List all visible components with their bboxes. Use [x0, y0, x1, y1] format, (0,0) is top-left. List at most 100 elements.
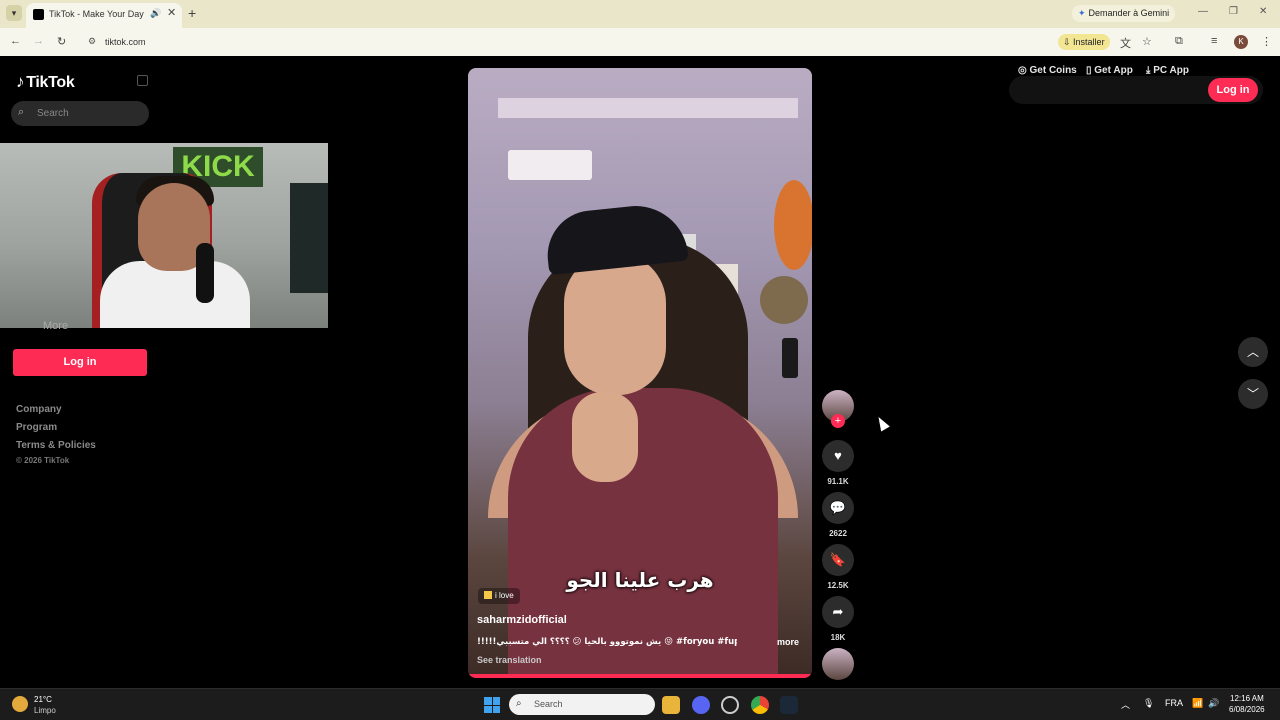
woman-hand — [572, 392, 638, 482]
taskbar-search-placeholder: Search — [534, 699, 563, 709]
tiktok-logo[interactable]: ♪ TikTok — [16, 72, 75, 92]
see-translation-link[interactable]: See translation — [477, 655, 542, 665]
taskbar-date[interactable]: 6/08/2026 — [1229, 705, 1265, 714]
comment-icon[interactable]: 💬 — [822, 492, 854, 524]
comment-count: 2622 — [829, 529, 847, 538]
tiktok-page: ♪ TikTok ⌕ Search KICK More Log in Compan… — [0, 58, 1280, 688]
air-conditioner — [508, 150, 592, 180]
save-count: 12.5K — [827, 581, 849, 590]
gemini-star-icon: ✦ — [1078, 8, 1086, 18]
browser-toolbar: ← → ↻ ⚙ tiktok.com ⇩ Installer 文 ☆ ⧉ ≡ K… — [0, 28, 1280, 56]
install-app-button[interactable]: ⇩ Installer — [1058, 34, 1110, 50]
taskbar-search-input[interactable]: ⌕ Search — [509, 694, 655, 715]
video-username[interactable]: saharmzidofficial — [477, 614, 567, 626]
windows-start-icon[interactable] — [484, 697, 500, 713]
video-progress-bar[interactable] — [468, 674, 812, 678]
search-icon: ⌕ — [18, 106, 25, 118]
taskbar-time[interactable]: 12:16 AM — [1230, 694, 1264, 703]
webcam-background-shelf — [290, 183, 328, 293]
webcam-overlay: KICK — [0, 143, 328, 328]
collapse-sidebar-icon[interactable] — [137, 75, 148, 86]
audio-playing-icon[interactable]: 🔊 — [150, 8, 161, 19]
maximize-icon[interactable]: ❐ — [1229, 6, 1238, 17]
profile-avatar[interactable]: K — [1234, 35, 1248, 49]
back-icon[interactable]: ← — [10, 35, 21, 47]
forward-icon[interactable]: → — [33, 35, 44, 47]
obs-icon[interactable] — [721, 696, 739, 714]
minimize-icon[interactable]: — — [1198, 6, 1208, 17]
like-heart-icon[interactable]: ♥ — [822, 440, 854, 472]
gemini-button[interactable]: ✦ Demander à Gemini — [1072, 5, 1176, 22]
footer-link-company[interactable]: Company — [16, 404, 62, 415]
tab-search-menu-icon[interactable]: ▾ — [6, 5, 22, 21]
pc-app-button[interactable]: ⤓ PC App — [1146, 65, 1189, 76]
share-arrow-icon[interactable]: ➦ — [822, 596, 854, 628]
browser-menu-icon[interactable]: ⋮ — [1261, 35, 1272, 48]
microphone-tray-icon[interactable]: 🎙 — [1143, 698, 1154, 709]
copyright: © 2026 TikTok — [16, 456, 70, 465]
footer-link-program[interactable]: Program — [16, 422, 57, 433]
video-tag-badge[interactable]: i love — [478, 588, 520, 604]
address-text: tiktok.com — [105, 37, 146, 47]
coin-icon: ◎ — [1018, 65, 1030, 76]
weather-status: Limpo — [34, 706, 56, 715]
tab-title: TikTok - Make Your Day — [49, 9, 144, 19]
logo-text: TikTok — [26, 74, 75, 91]
music-disc-avatar[interactable] — [822, 648, 854, 680]
header-login-button[interactable]: Log in — [1208, 78, 1258, 102]
description-more-button[interactable]: more — [777, 637, 799, 647]
follow-plus-icon[interactable]: + — [831, 414, 845, 428]
pc-app-label: PC App — [1153, 65, 1189, 76]
window-close-icon[interactable]: ✕ — [1259, 6, 1267, 17]
weather-moon-icon[interactable] — [12, 696, 28, 712]
volume-icon[interactable]: 🔊 — [1208, 698, 1219, 709]
wall-clock — [760, 276, 808, 324]
orange-lamp — [774, 180, 812, 270]
previous-video-icon[interactable]: ︿ — [1238, 337, 1268, 367]
bookmark-star-icon[interactable]: ☆ — [1142, 35, 1152, 48]
tag-emoji-icon — [484, 591, 492, 599]
sidebar-login-button[interactable]: Log in — [13, 349, 147, 376]
address-bar[interactable]: ⚙ tiktok.com — [80, 32, 1050, 52]
install-label: Installer — [1073, 37, 1105, 47]
hidden-icons-chevron-icon[interactable]: ︿ — [1121, 698, 1130, 711]
tiktok-note-icon: ♪ — [16, 72, 25, 91]
search-input[interactable]: ⌕ Search — [11, 101, 149, 126]
next-video-icon[interactable]: ﹀ — [1238, 379, 1268, 409]
bookmark-icon[interactable]: 🔖 — [822, 544, 854, 576]
new-tab-icon[interactable]: + — [188, 5, 196, 21]
video-player[interactable]: هرب علينا الجو i love saharmzidofficial … — [468, 68, 812, 678]
language-indicator[interactable]: FRA — [1165, 698, 1183, 708]
active-tab[interactable]: TikTok - Make Your Day 🔊 ✕ — [26, 3, 182, 28]
site-settings-icon[interactable]: ⚙ — [88, 36, 96, 47]
get-coins-label: Get Coins — [1029, 65, 1077, 76]
woman-top — [508, 388, 778, 678]
tab-close-icon[interactable]: ✕ — [167, 6, 176, 19]
tiktok-favicon-icon — [33, 9, 44, 20]
footer-link-terms[interactable]: Terms & Policies — [16, 440, 96, 451]
like-count: 91.1K — [827, 477, 849, 486]
weather-temperature: 21°C — [34, 695, 52, 704]
get-coins-button[interactable]: ◎ Get Coins — [1018, 65, 1077, 76]
media-controls-icon[interactable]: ≡ — [1211, 35, 1217, 47]
windows-taskbar: 21°C Limpo ⌕ Search ︿ 🎙 FRA 📶 🔊 12:16 AM… — [0, 688, 1280, 720]
steam-icon[interactable] — [780, 696, 798, 714]
extensions-icon[interactable]: ⧉ — [1175, 35, 1183, 48]
search-placeholder: Search — [37, 108, 69, 119]
video-tag-label: i love — [495, 591, 514, 600]
install-icon: ⇩ — [1063, 37, 1074, 47]
translate-icon[interactable]: 文 — [1120, 35, 1131, 51]
hanging-lantern — [782, 338, 798, 378]
video-caption: هرب علينا الجو — [566, 568, 714, 592]
video-description: !!!!!يش نموتووو بالحيا 😕 ؟؟؟؟ الي متسببي… — [477, 637, 737, 647]
discord-icon[interactable] — [692, 696, 710, 714]
ceiling-molding — [498, 98, 798, 118]
file-explorer-icon[interactable] — [662, 696, 680, 714]
taskbar-search-icon: ⌕ — [516, 698, 522, 709]
gemini-label: Demander à Gemini — [1088, 8, 1170, 18]
get-app-button[interactable]: ▯ Get App — [1086, 65, 1133, 76]
reload-icon[interactable]: ↻ — [57, 35, 66, 48]
more-menu-item[interactable]: More — [43, 320, 68, 332]
chrome-icon[interactable] — [751, 696, 769, 714]
wifi-icon[interactable]: 📶 — [1192, 698, 1203, 709]
